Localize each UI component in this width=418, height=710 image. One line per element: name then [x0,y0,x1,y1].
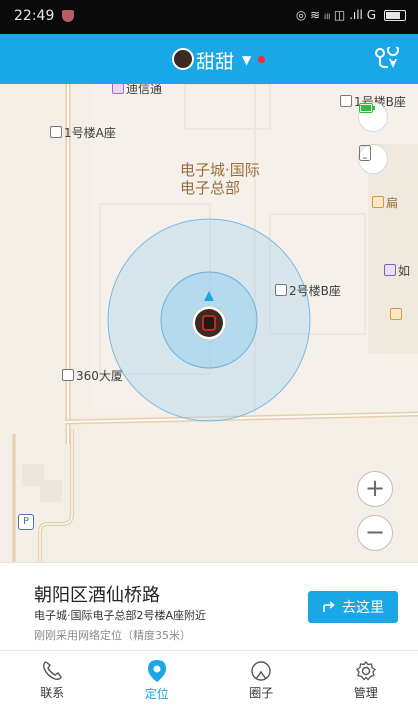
map-label-text: 扁 [386,196,398,210]
zoom-in-button[interactable]: + [357,471,393,507]
parking-icon: P [18,514,34,530]
app-header: 甜甜 ▼ [0,34,418,84]
map-label-bldg2b: 2号楼B座 [275,282,341,299]
map-label-text: 迪信通 [126,84,162,96]
bottom-nav: 联系 定位 圈子 管理 [0,650,418,710]
tab-location[interactable]: 定位 [105,651,210,710]
zoom-out-button[interactable]: − [357,515,393,551]
map-label-edge-2: 如 [384,262,410,279]
tab-label: 定位 [145,685,169,702]
map-poi-label: 电子城·国际 电子总部 [180,161,260,197]
map-label-edge-1: 扁 [372,194,398,211]
notification-icon [62,10,74,22]
circle-group-icon [249,660,273,682]
navigate-here-button[interactable]: 去这里 [308,591,398,623]
battery-full-icon [359,103,375,113]
avatar[interactable] [172,48,194,70]
tab-manage[interactable]: 管理 [314,651,418,710]
tab-circle[interactable]: 圈子 [209,651,314,710]
location-pin-icon [146,659,168,683]
alert-dot-icon [258,56,265,63]
map-view[interactable]: 迪信通 1号楼A座 1号楼B座 电子城·国际 电子总部 2号楼B座 360大厦 … [0,84,418,562]
chevron-down-icon[interactable]: ▼ [242,53,251,67]
navigate-here-label: 去这里 [342,597,384,617]
location-method: 刚刚采用网络定位（精度35米） [34,627,191,643]
map-label-text: 2号楼B座 [289,284,341,298]
status-time: 22:49 [14,8,54,24]
map-label-text: 360大厦 [76,369,123,383]
gear-icon [355,660,377,682]
status-indicators: ◎ ≋ ᵢₗₗ ◫ .ıll G [296,8,406,22]
tab-label: 管理 [354,684,378,701]
phone-call-icon [41,660,63,682]
device-name[interactable]: 甜甜 [196,47,234,74]
map-label-360: 360大厦 [62,367,123,384]
location-info-panel: 朝阳区酒仙桥路 电子城·国际电子总部2号楼A座附近 刚刚采用网络定位（精度35米… [0,562,418,651]
tab-label: 联系 [40,684,64,701]
status-bar: 22:49 ◎ ≋ ᵢₗₗ ◫ .ıll G [0,0,418,34]
battery-status-button[interactable] [358,102,388,132]
turn-right-icon [322,601,336,613]
poi-line-2: 电子总部 [180,179,260,197]
map-label-bldg1a: 1号楼A座 [50,124,116,141]
tab-label: 圈子 [249,684,273,701]
food-icon [390,308,404,322]
location-address: 朝阳区酒仙桥路 [34,581,160,607]
route-pin-icon[interactable] [374,47,400,71]
phone-icon [359,145,371,161]
device-info-button[interactable] [358,144,388,174]
device-marker-icon[interactable] [189,291,229,343]
location-nearby: 电子城·国际电子总部2号楼A座附近 [34,607,206,623]
poi-line-1: 电子城·国际 [180,161,260,179]
map-label-text: 1号楼A座 [64,126,116,140]
map-label-dixintong: 迪信通 [112,84,162,97]
signal-icons: ◎ ≋ ᵢₗₗ ◫ .ıll G [296,8,376,22]
tab-contacts[interactable]: 联系 [0,651,105,710]
map-label-text: 如 [398,264,410,278]
battery-icon [384,10,406,21]
